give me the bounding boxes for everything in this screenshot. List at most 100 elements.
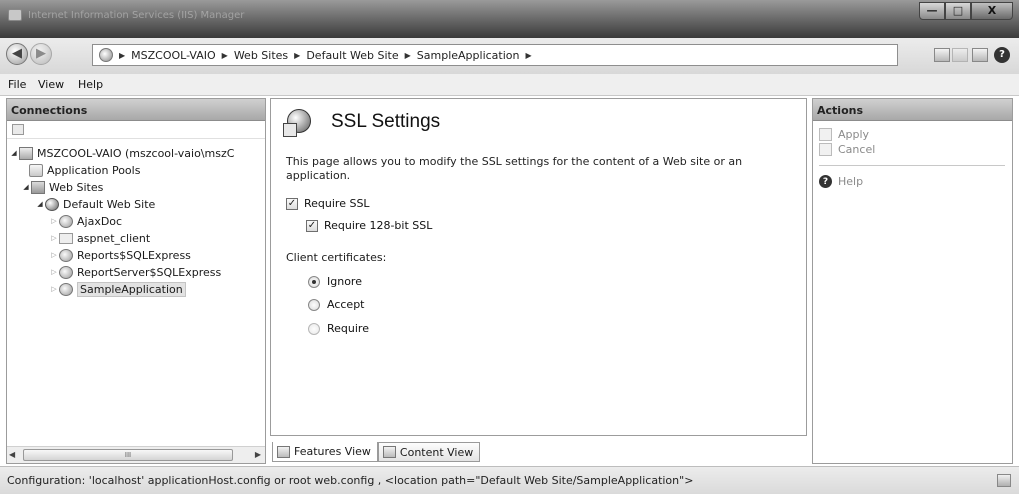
server-icon bbox=[99, 48, 113, 62]
apply-label: Apply bbox=[838, 128, 870, 141]
menu-bar: File View Help bbox=[0, 74, 1019, 96]
window-title: Internet Information Services (IIS) Mana… bbox=[28, 10, 245, 21]
help-icon[interactable]: ? bbox=[994, 47, 1010, 63]
application-icon bbox=[59, 248, 73, 262]
help-action[interactable]: ? Help bbox=[819, 175, 863, 188]
expand-arrow-icon[interactable]: ◢ bbox=[35, 200, 45, 208]
ignore-label: Ignore bbox=[327, 275, 362, 288]
address-bar-row: ◀ ▶ ▶ MSZCOOL-VAIO ▶ Web Sites ▶ Default… bbox=[0, 38, 1019, 74]
folder-icon bbox=[59, 232, 73, 244]
scroll-left-icon[interactable]: ◀ bbox=[9, 450, 15, 459]
chevron-right-icon[interactable]: ▶ bbox=[294, 51, 300, 60]
connect-icon[interactable] bbox=[934, 48, 950, 62]
breadcrumb-item-default-web-site[interactable]: Default Web Site bbox=[306, 49, 398, 62]
content-view-icon bbox=[382, 446, 396, 458]
view-tabs: Features View Content View bbox=[272, 440, 481, 462]
tree-node-reports[interactable]: ▷ Reports$SQLExpress bbox=[49, 247, 191, 263]
collapsed-arrow-icon[interactable]: ▷ bbox=[49, 268, 59, 276]
client-cert-ignore-option[interactable]: Ignore bbox=[308, 275, 362, 288]
tree-node-ajaxdoc[interactable]: ▷ AjaxDoc bbox=[49, 213, 122, 229]
create-connection-icon[interactable] bbox=[12, 124, 24, 135]
address-bar[interactable]: ▶ MSZCOOL-VAIO ▶ Web Sites ▶ Default Web… bbox=[92, 44, 898, 66]
client-cert-accept-option[interactable]: Accept bbox=[308, 298, 365, 311]
tab-features-view-label: Features View bbox=[294, 445, 371, 458]
cancel-action[interactable]: Cancel bbox=[819, 143, 875, 156]
back-button[interactable]: ◀ bbox=[6, 43, 28, 65]
tree-node-server[interactable]: ◢ MSZCOOL-VAIO (mszcool-vaio\mszC bbox=[9, 145, 234, 161]
application-icon bbox=[59, 282, 73, 296]
menu-view[interactable]: View bbox=[38, 78, 64, 91]
page-title: SSL Settings bbox=[331, 111, 441, 132]
accept-label: Accept bbox=[327, 298, 365, 311]
status-bar: Configuration: 'localhost' applicationHo… bbox=[0, 466, 1019, 494]
require-radio[interactable] bbox=[308, 322, 320, 335]
tree-node-web-sites[interactable]: ◢ Web Sites bbox=[21, 179, 103, 195]
refresh-icon[interactable] bbox=[972, 48, 988, 62]
require-128-checkbox[interactable]: ✓ bbox=[306, 219, 318, 232]
title-bar: Internet Information Services (IIS) Mana… bbox=[0, 0, 1019, 38]
globe-icon bbox=[45, 197, 59, 211]
collapsed-arrow-icon[interactable]: ▷ bbox=[49, 285, 59, 293]
tree-label-sample-application: SampleApplication bbox=[77, 281, 186, 297]
tree-node-aspnet-client[interactable]: ▷ aspnet_client bbox=[49, 230, 150, 246]
client-certificates-label: Client certificates: bbox=[286, 251, 387, 264]
tree-label-reportserver: ReportServer$SQLExpress bbox=[77, 265, 222, 279]
cancel-icon bbox=[819, 143, 832, 156]
ssl-settings-pane: SSL Settings This page allows you to mod… bbox=[270, 98, 807, 436]
tree-label-reports: Reports$SQLExpress bbox=[77, 248, 191, 262]
collapsed-arrow-icon[interactable]: ▷ bbox=[49, 217, 59, 225]
connections-pane: Connections ◢ MSZCOOL-VAIO (mszcool-vaio… bbox=[6, 98, 266, 464]
chevron-right-icon[interactable]: ▶ bbox=[405, 51, 411, 60]
scrollbar-thumb[interactable]: III bbox=[23, 449, 233, 461]
tree-label-aspnet-client: aspnet_client bbox=[77, 231, 151, 245]
breadcrumb-item-web-sites[interactable]: Web Sites bbox=[234, 49, 288, 62]
apply-icon bbox=[819, 128, 832, 141]
close-button[interactable]: X bbox=[971, 2, 1013, 20]
menu-help[interactable]: Help bbox=[78, 78, 103, 91]
accept-radio[interactable] bbox=[308, 298, 320, 311]
expand-arrow-icon[interactable]: ◢ bbox=[21, 183, 31, 191]
apply-action[interactable]: Apply bbox=[819, 128, 869, 141]
cancel-label: Cancel bbox=[838, 143, 876, 156]
chevron-right-icon[interactable]: ▶ bbox=[526, 51, 532, 60]
breadcrumb-item-server[interactable]: MSZCOOL-VAIO bbox=[131, 49, 216, 62]
minimize-button[interactable]: — bbox=[919, 2, 945, 20]
connections-toolbar bbox=[7, 121, 265, 139]
horizontal-scrollbar[interactable]: ◀ III ▶ bbox=[7, 446, 265, 463]
require-128-option[interactable]: ✓ Require 128-bit SSL bbox=[306, 219, 432, 232]
collapsed-arrow-icon[interactable]: ▷ bbox=[49, 251, 59, 259]
actions-header: Actions bbox=[813, 99, 1012, 121]
chevron-right-icon[interactable]: ▶ bbox=[222, 51, 228, 60]
stop-icon[interactable] bbox=[952, 48, 968, 62]
tree-node-default-web-site[interactable]: ◢ Default Web Site bbox=[35, 196, 155, 212]
breadcrumb-item-sample-application[interactable]: SampleApplication bbox=[417, 49, 520, 62]
expand-arrow-icon[interactable]: ◢ bbox=[9, 149, 19, 157]
network-status-icon bbox=[997, 474, 1011, 487]
require-ssl-checkbox[interactable]: ✓ bbox=[286, 197, 298, 210]
menu-file[interactable]: File bbox=[8, 78, 26, 91]
tab-features-view[interactable]: Features View bbox=[272, 442, 378, 462]
web-sites-icon bbox=[31, 180, 45, 194]
features-view-icon bbox=[277, 445, 290, 458]
server-icon bbox=[19, 146, 33, 160]
actions-divider bbox=[819, 165, 1005, 166]
tree-label-ajaxdoc: AjaxDoc bbox=[77, 214, 123, 228]
tree-node-sample-application[interactable]: ▷ SampleApplication bbox=[49, 281, 186, 297]
tree-node-reportserver[interactable]: ▷ ReportServer$SQLExpress bbox=[49, 264, 221, 280]
tree-node-app-pools[interactable]: Application Pools bbox=[29, 162, 140, 178]
maximize-button[interactable]: □ bbox=[945, 2, 971, 20]
tab-content-view[interactable]: Content View bbox=[377, 442, 481, 462]
scroll-right-icon[interactable]: ▶ bbox=[255, 450, 261, 459]
require-128-label: Require 128-bit SSL bbox=[324, 219, 433, 232]
ignore-radio[interactable] bbox=[308, 275, 320, 288]
collapsed-arrow-icon[interactable]: ▷ bbox=[49, 234, 59, 242]
tree-label-app-pools: Application Pools bbox=[47, 163, 141, 177]
actions-pane: Actions Apply Cancel ? Help bbox=[812, 98, 1013, 464]
require-ssl-option[interactable]: ✓ Require SSL bbox=[286, 197, 370, 210]
tree-label-web-sites: Web Sites bbox=[49, 180, 104, 194]
client-cert-require-option[interactable]: Require bbox=[308, 322, 369, 335]
connections-tree: ◢ MSZCOOL-VAIO (mszcool-vaio\mszC Applic… bbox=[7, 139, 265, 439]
forward-button[interactable]: ▶ bbox=[30, 43, 52, 65]
ssl-lock-globe-icon bbox=[283, 109, 317, 141]
page-description: This page allows you to modify the SSL s… bbox=[286, 155, 743, 182]
